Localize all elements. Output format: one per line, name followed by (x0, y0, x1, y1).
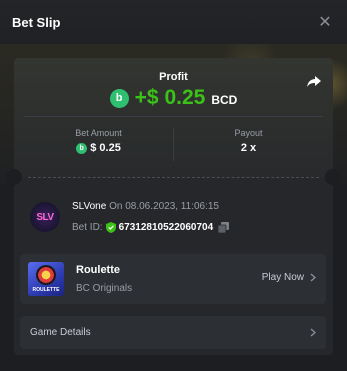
bet-id-label: Bet ID: (72, 222, 103, 233)
payout-stat: Payout 2 x (174, 128, 323, 154)
bet-amount-label: Bet Amount (75, 128, 122, 138)
bet-date: 08.06.2023, 11:06:15 (125, 201, 219, 212)
game-details-label: Game Details (30, 327, 91, 338)
ticket-dashed-divider (28, 177, 319, 178)
bet-slip-header: Bet Slip ✕ (0, 0, 347, 44)
game-thumbnail[interactable]: ROULETTE (28, 262, 64, 296)
roulette-wheel-icon (36, 265, 56, 285)
bet-id-value: 67312810522060704 (118, 222, 214, 233)
game-provider: BC Originals (76, 283, 133, 294)
ticket-notch-right (325, 169, 341, 185)
date-prefix: On (109, 201, 123, 212)
play-now-button[interactable]: Play Now (262, 272, 316, 283)
profit-value: +$ 0.25 (134, 86, 206, 109)
bcd-coin-icon: b (76, 142, 88, 154)
play-now-label: Play Now (261, 272, 304, 283)
close-icon[interactable]: ✕ (317, 14, 333, 31)
header-title: Bet Slip (12, 14, 61, 30)
thumbnail-label: ROULETTE (32, 287, 60, 293)
chevron-right-icon (310, 273, 316, 282)
payout-value: 2 x (240, 142, 257, 154)
profit-row: b +$ 0.25 BCD (14, 85, 333, 111)
chevron-right-icon (310, 328, 316, 337)
game-card[interactable]: ROULETTE Roulette BC Originals Play Now (20, 254, 326, 304)
profit-currency: BCD (211, 92, 238, 107)
game-name: Roulette (76, 264, 120, 276)
game-details-button[interactable]: Game Details (20, 316, 326, 349)
bcd-coin-icon: b (109, 88, 129, 108)
profit-section: Profit b +$ 0.25 BCD Bet Amount b $ 0.25… (14, 58, 333, 177)
bet-amount-value-row: b $ 0.25 (24, 142, 173, 154)
profit-label: Profit (159, 71, 188, 83)
bet-amount-value: $ 0.25 (90, 142, 121, 154)
shield-check-icon (105, 222, 116, 233)
bettor-info: SLV SLVone On 08.06.2023, 11:06:15 Bet I… (28, 198, 318, 238)
bettor-line: SLVone On 08.06.2023, 11:06:15 (72, 201, 219, 212)
share-icon[interactable] (306, 73, 322, 89)
bettor-name[interactable]: SLVone (72, 201, 106, 212)
bet-slip-card: Profit b +$ 0.25 BCD Bet Amount b $ 0.25… (6, 58, 341, 355)
payout-label: Payout (234, 128, 263, 138)
copy-icon[interactable] (218, 222, 230, 233)
bet-amount-stat: Bet Amount b $ 0.25 (24, 128, 173, 154)
avatar[interactable]: SLV (30, 202, 60, 232)
ticket-notch-left (6, 169, 22, 185)
bet-id-line: Bet ID: 67312810522060704 (72, 222, 230, 233)
divider (24, 116, 323, 117)
